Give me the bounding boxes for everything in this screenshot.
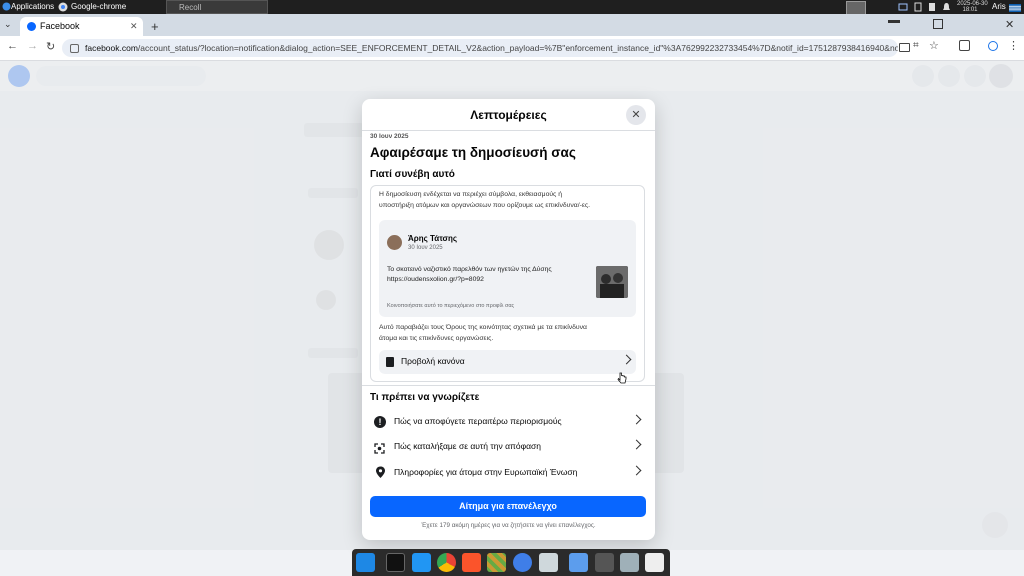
url-path: /account_status/?location=notification&d… [137, 43, 898, 53]
section-divider [362, 385, 655, 386]
profile-avatar-icon[interactable] [988, 41, 998, 51]
brave-icon[interactable] [462, 553, 481, 572]
chevron-right-icon [631, 439, 642, 450]
alert-icon: ! [374, 416, 386, 428]
facebook-favicon-icon [27, 22, 36, 31]
active-window-thumb[interactable] [846, 1, 866, 15]
post-link: https://oudensxolion.gr/?p=8092 [387, 276, 484, 283]
user-name[interactable]: Aris [992, 0, 1006, 14]
tab-close-icon[interactable]: ✕ [130, 17, 138, 36]
notification-bell-icon[interactable] [942, 0, 951, 14]
tab-search-chevron-icon[interactable]: ⌄ [4, 19, 12, 30]
know-item-eu-info[interactable]: Πληροφορίες για άτομα στην Ευρωπαϊκή Ένω… [370, 461, 646, 485]
translate-icon[interactable]: ⌗ [913, 40, 919, 51]
pdf-viewer-icon[interactable] [645, 553, 664, 572]
battery-icon[interactable] [928, 0, 936, 14]
chevron-right-icon [621, 354, 632, 365]
know-item-avoid-restrictions[interactable]: ! Πώς να αποφύγετε περαιτέρω περιορισμού… [370, 410, 646, 434]
rule-text-line2: άτομα και τις επικίνδυνες οργανώσεις. [379, 335, 494, 342]
tab-facebook[interactable]: Facebook ✕ [20, 17, 143, 36]
taskbar-window-recoll[interactable]: Recoll [166, 0, 268, 14]
know-heading: Τι πρέπει να γνωρίζετε [370, 392, 480, 403]
back-arrow-icon[interactable]: ← [7, 40, 18, 52]
book-icon [386, 357, 394, 367]
post-author: Άρης Τάτσης [408, 234, 458, 243]
site-info-icon[interactable] [70, 44, 79, 54]
post-text: Το σκοτεινό ναζιστικό παρελθόν των ηγετώ… [387, 266, 552, 273]
tab-title: Facebook [40, 21, 80, 31]
scan-face-icon [374, 441, 385, 454]
post-thumbnail [596, 266, 628, 298]
chevron-right-icon [631, 465, 642, 476]
dock-taskbar [352, 549, 670, 576]
game-icon[interactable] [487, 553, 506, 572]
view-rule-label: Προβολή κανόνα [401, 356, 465, 366]
reason-card: Η δημοσίευση ενδέχεται να περιέχει σύμβο… [370, 185, 645, 382]
extensions-icon[interactable] [959, 40, 970, 51]
chrome-icon[interactable] [437, 553, 456, 572]
taskbar-window-chrome[interactable]: Google-chrome [71, 0, 126, 14]
chrome-window-icon [58, 0, 68, 14]
window-close-icon[interactable]: ✕ [1005, 14, 1014, 36]
os-top-bar: Applications Google-chrome Recoll 2025-0… [0, 0, 1024, 15]
window-minimize-icon[interactable] [888, 20, 900, 23]
close-dialog-button[interactable]: ✕ [626, 105, 646, 125]
mouse-cursor-icon [617, 371, 627, 384]
bookmark-star-icon[interactable]: ☆ [929, 39, 939, 52]
app-icon-1[interactable] [595, 553, 614, 572]
magnifier-icon[interactable] [539, 553, 558, 572]
know-item-label: Πώς να αποφύγετε περαιτέρω περιορισμούς [394, 416, 562, 426]
clock-time: 18:01 [962, 7, 978, 13]
why-text-line2: υποστήριξη ατόμων και οργανώσεων που ορί… [379, 202, 591, 209]
url-host: facebook.com [85, 43, 138, 53]
details-dialog: Λεπτομέρειες ✕ 30 Ιουν 2025 Αφαιρέσαμε τ… [362, 99, 655, 540]
new-tab-button[interactable]: + [151, 17, 159, 36]
window-maximize-icon[interactable] [933, 19, 943, 29]
terminal-icon[interactable] [386, 553, 405, 572]
know-item-label: Πληροφορίες για άτομα στην Ευρωπαϊκή Ένω… [394, 467, 578, 477]
removal-date: 30 Ιουν 2025 [370, 133, 409, 140]
desktop-icon[interactable] [356, 553, 375, 572]
know-item-decision[interactable]: Πώς καταλήξαμε σε αυτή την απόφαση [370, 435, 646, 459]
dialog-title: Λεπτομέρειες [470, 108, 547, 122]
apps-menu-icon[interactable] [2, 0, 11, 14]
appeal-footnote: Έχετε 179 ακόμη ημέρες για να ζητήσετε ν… [421, 522, 596, 529]
address-bar[interactable]: facebook.com/account_status/?location=no… [62, 39, 898, 57]
chrome-menu-icon[interactable]: ⋮ [1008, 39, 1019, 52]
why-heading: Γιατί συνέβη αυτό [370, 169, 455, 180]
removed-post-preview: Άρης Τάτσης 30 Ιουν 2025 Το σκοτεινό ναζ… [379, 220, 636, 317]
view-rule-button[interactable]: Προβολή κανόνα [379, 350, 636, 374]
applications-menu[interactable]: Applications [11, 0, 54, 14]
thunderbird-icon[interactable] [513, 553, 532, 572]
app-icon-2[interactable] [620, 553, 639, 572]
author-avatar [387, 235, 402, 250]
close-icon: ✕ [631, 109, 641, 121]
location-pin-icon [375, 466, 386, 479]
file-manager-icon[interactable] [569, 553, 588, 572]
clipboard-icon[interactable] [914, 0, 922, 14]
header-divider [362, 130, 655, 131]
appeal-button[interactable]: Αίτημα για επανέλεγχο [370, 496, 646, 517]
know-item-label: Πώς καταλήξαμε σε αυτή την απόφαση [394, 441, 541, 451]
removal-heading: Αφαιρέσαμε τη δημοσίευσή σας [370, 145, 576, 160]
share-note: Κοινοποιήσατε αυτό το περιεχόμενο στο πρ… [387, 303, 515, 309]
forward-arrow-icon[interactable]: → [27, 40, 38, 52]
greek-flag-icon[interactable] [1009, 3, 1021, 12]
chevron-right-icon [631, 414, 642, 425]
why-text-line1: Η δημοσίευση ενδέχεται να περιέχει σύμβο… [379, 191, 563, 198]
post-date: 30 Ιουν 2025 [408, 245, 443, 251]
reload-icon[interactable]: ↻ [46, 40, 55, 53]
rule-text-line1: Αυτό παραβιάζει τους Όρους της κοινότητα… [379, 324, 587, 331]
network-icon[interactable] [898, 0, 910, 14]
cast-icon[interactable] [899, 43, 910, 52]
text-editor-icon[interactable] [412, 553, 431, 572]
